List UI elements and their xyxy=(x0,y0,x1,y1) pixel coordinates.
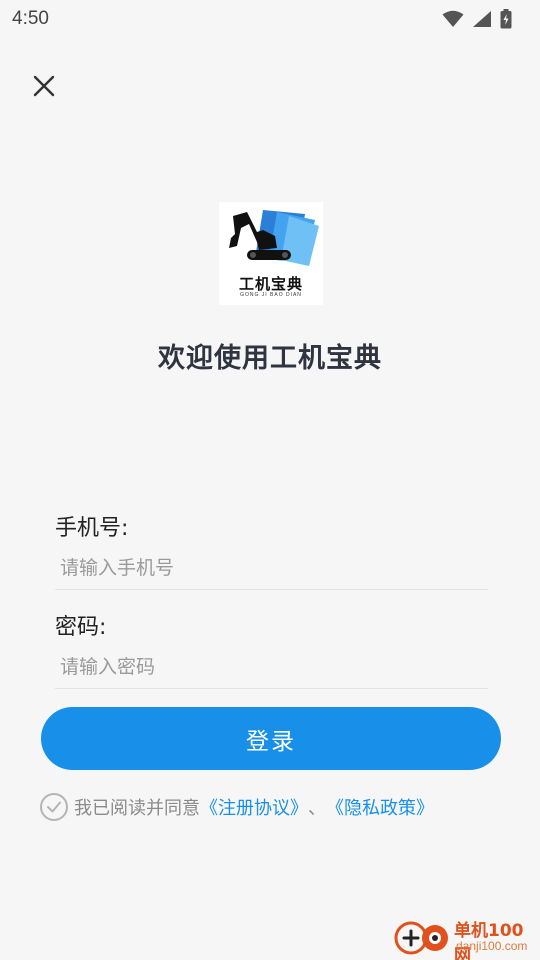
cellular-signal-icon xyxy=(473,11,491,27)
watermark-logo-icon xyxy=(394,921,448,955)
excavator-logo-icon xyxy=(229,210,319,266)
logo-subtitle: GONG JI BAO DIAN xyxy=(240,292,302,298)
password-input[interactable] xyxy=(55,645,488,689)
agreement-checkbox[interactable] xyxy=(40,793,68,821)
watermark-domain: danji100.com xyxy=(456,939,528,953)
status-bar: 4:50 xyxy=(0,0,540,38)
privacy-link[interactable]: 《隐私政策》 xyxy=(326,794,434,820)
app-logo: 工机宝典 GONG JI BAO DIAN xyxy=(219,202,323,305)
agreement-row: 我已阅读并同意 《注册协议》 、 《隐私政策》 xyxy=(40,792,434,822)
welcome-title: 欢迎使用工机宝典 xyxy=(158,343,382,374)
wifi-icon xyxy=(442,10,464,27)
terms-link[interactable]: 《注册协议》 xyxy=(200,794,308,820)
logo-title: 工机宝典 xyxy=(238,275,303,293)
battery-icon xyxy=(500,9,512,29)
login-button[interactable]: 登录 xyxy=(41,707,501,770)
check-icon xyxy=(47,801,61,813)
phone-input[interactable] xyxy=(55,546,488,590)
agreement-text: 我已阅读并同意 xyxy=(74,798,200,819)
close-button[interactable] xyxy=(28,70,60,102)
status-icons xyxy=(442,9,512,29)
status-time: 4:50 xyxy=(12,8,49,29)
agreement-separator: 、 xyxy=(308,798,326,819)
phone-label: 手机号: xyxy=(55,516,129,541)
site-watermark: 单机100网 danji100.com xyxy=(390,912,540,960)
close-icon xyxy=(33,75,55,97)
password-label: 密码: xyxy=(55,615,107,640)
watermark-name: 单机100网 xyxy=(454,921,524,960)
